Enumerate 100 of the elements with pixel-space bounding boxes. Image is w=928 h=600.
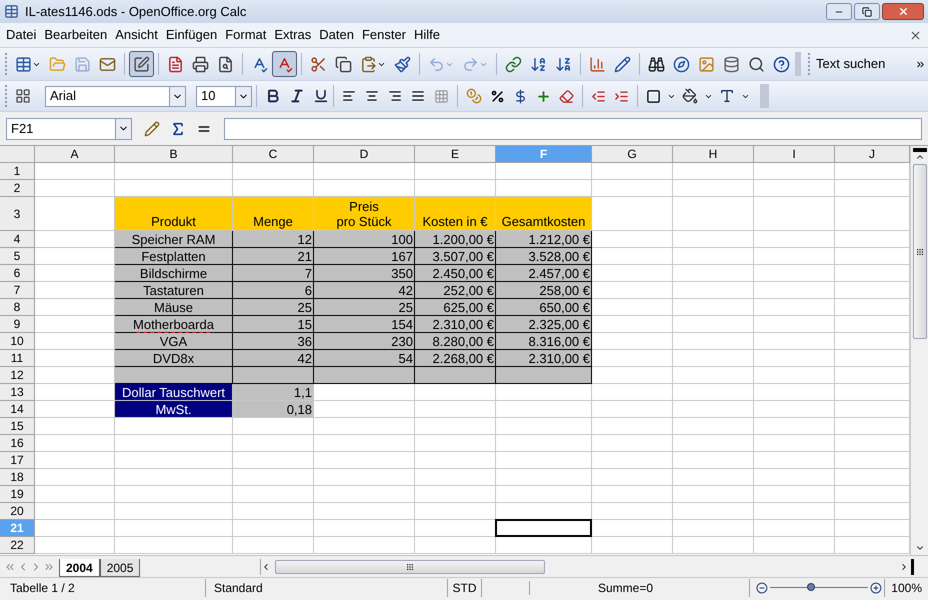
- table-cell[interactable]: Festplatten: [115, 248, 233, 265]
- table-cell[interactable]: 42: [314, 282, 415, 299]
- underline-icon[interactable]: [313, 88, 329, 104]
- column-header[interactable]: H: [673, 146, 754, 163]
- column-header[interactable]: D: [314, 146, 415, 163]
- table-cell[interactable]: 15: [233, 316, 314, 333]
- column-header[interactable]: B: [115, 146, 233, 163]
- row-header[interactable]: 16: [0, 435, 35, 452]
- table-cell[interactable]: 2.310,00 €: [415, 316, 496, 333]
- zoom-thumb[interactable]: [807, 583, 816, 591]
- menu-item[interactable]: Format: [221, 25, 270, 45]
- close-document-icon[interactable]: [909, 28, 922, 42]
- table-cell[interactable]: 12: [233, 231, 314, 248]
- styles-icon[interactable]: [15, 88, 31, 104]
- table-cell[interactable]: [496, 367, 592, 384]
- table-cell[interactable]: [415, 367, 496, 384]
- more-icon[interactable]: [915, 58, 926, 70]
- table-cell[interactable]: 154: [314, 316, 415, 333]
- toolbar-overflow-button[interactable]: [760, 84, 769, 108]
- font-size-field[interactable]: 10: [196, 86, 252, 106]
- table-cell[interactable]: 2.450,00 €: [415, 265, 496, 282]
- column-header[interactable]: C: [233, 146, 314, 163]
- paint-bucket-icon[interactable]: [682, 88, 698, 104]
- table-cell[interactable]: Motherboarda: [115, 316, 233, 333]
- sheet-tab[interactable]: 2004: [59, 559, 100, 577]
- row-header[interactable]: 13: [0, 384, 35, 401]
- table-cell[interactable]: Speicher RAM: [115, 231, 233, 248]
- table-cell[interactable]: 25: [233, 299, 314, 316]
- table-cell[interactable]: 2.457,00 €: [496, 265, 592, 282]
- coins-icon[interactable]: [466, 88, 482, 104]
- row-header[interactable]: 8: [0, 299, 35, 316]
- table-cell[interactable]: 8.316,00 €: [496, 333, 592, 350]
- table-cell[interactable]: 100: [314, 231, 415, 248]
- table-cell[interactable]: Bildschirme: [115, 265, 233, 282]
- row-header[interactable]: 10: [0, 333, 35, 350]
- restore-button[interactable]: [854, 3, 880, 20]
- table-cell[interactable]: 258,00 €: [496, 282, 592, 299]
- scrollbar-thumb[interactable]: [912, 164, 926, 339]
- table-cell[interactable]: Mäuse: [115, 299, 233, 316]
- close-button[interactable]: [882, 3, 924, 20]
- scrollbar-thumb[interactable]: [275, 560, 546, 574]
- row-header[interactable]: 5: [0, 248, 35, 265]
- row-header[interactable]: 17: [0, 452, 35, 469]
- table-cell[interactable]: 3.528,00 €: [496, 248, 592, 265]
- vertical-scrollbar[interactable]: [910, 146, 928, 555]
- menu-item[interactable]: Hilfe: [410, 25, 444, 45]
- font-color-icon[interactable]: [719, 88, 735, 104]
- font-name-field[interactable]: Arial: [45, 86, 186, 106]
- bold-icon[interactable]: [265, 88, 281, 104]
- table-cell[interactable]: 650,00 €: [496, 299, 592, 316]
- row-header[interactable]: 2: [0, 180, 35, 197]
- row-header[interactable]: 11: [0, 350, 35, 367]
- align-right-icon[interactable]: [388, 89, 402, 103]
- dollar-icon[interactable]: [513, 88, 528, 104]
- column-header[interactable]: A: [35, 146, 115, 163]
- menu-item[interactable]: Extras: [270, 25, 316, 45]
- menu-item[interactable]: Daten: [315, 25, 358, 45]
- table-cell[interactable]: MwSt.: [115, 401, 233, 418]
- table-cell[interactable]: Tastaturen: [115, 282, 233, 299]
- menu-item[interactable]: Einfügen: [162, 25, 222, 45]
- table-cell[interactable]: 625,00 €: [415, 299, 496, 316]
- zoom-in-icon[interactable]: [870, 582, 882, 594]
- table-cell[interactable]: 54: [314, 350, 415, 367]
- row-header[interactable]: 15: [0, 418, 35, 435]
- table-cell[interactable]: VGA: [115, 333, 233, 350]
- menu-item[interactable]: Fenster: [358, 25, 410, 45]
- table-cell[interactable]: 2.310,00 €: [496, 350, 592, 367]
- row-header[interactable]: 7: [0, 282, 35, 299]
- table-cell[interactable]: 6: [233, 282, 314, 299]
- merge-cells-icon[interactable]: [434, 88, 449, 104]
- table-cell[interactable]: Kosten in €: [415, 197, 496, 231]
- sum-icon[interactable]: [170, 120, 186, 136]
- sheet-tab[interactable]: 2005: [100, 559, 140, 577]
- table-cell[interactable]: 42: [233, 350, 314, 367]
- table-cell[interactable]: 21: [233, 248, 314, 265]
- menu-item[interactable]: Ansicht: [111, 25, 162, 45]
- menu-item[interactable]: Bearbeiten: [40, 25, 112, 45]
- column-header[interactable]: E: [415, 146, 496, 163]
- row-header[interactable]: 18: [0, 469, 35, 486]
- table-cell[interactable]: 0,18: [233, 401, 314, 418]
- column-header[interactable]: J: [835, 146, 910, 163]
- table-cell[interactable]: 7: [233, 265, 314, 282]
- table-cell[interactable]: 1.200,00 €: [415, 231, 496, 248]
- table-cell[interactable]: 167: [314, 248, 415, 265]
- column-header[interactable]: I: [754, 146, 835, 163]
- table-cell[interactable]: 3.507,00 €: [415, 248, 496, 265]
- percent-icon[interactable]: [490, 88, 505, 104]
- align-center-icon[interactable]: [365, 89, 379, 103]
- table-cell[interactable]: DVD8x: [115, 350, 233, 367]
- table-cell[interactable]: Preis pro Stück: [314, 197, 415, 231]
- row-header[interactable]: 20: [0, 503, 35, 520]
- table-cell[interactable]: 1.212,00 €: [496, 231, 592, 248]
- search-label[interactable]: Text suchen: [816, 54, 886, 74]
- formula-input[interactable]: [224, 118, 922, 140]
- table-cell[interactable]: 25: [314, 299, 415, 316]
- table-cell[interactable]: [314, 367, 415, 384]
- align-justify-icon[interactable]: [411, 89, 425, 103]
- italic-icon[interactable]: [289, 88, 305, 104]
- table-cell[interactable]: 350: [314, 265, 415, 282]
- borders-icon[interactable]: [646, 88, 661, 104]
